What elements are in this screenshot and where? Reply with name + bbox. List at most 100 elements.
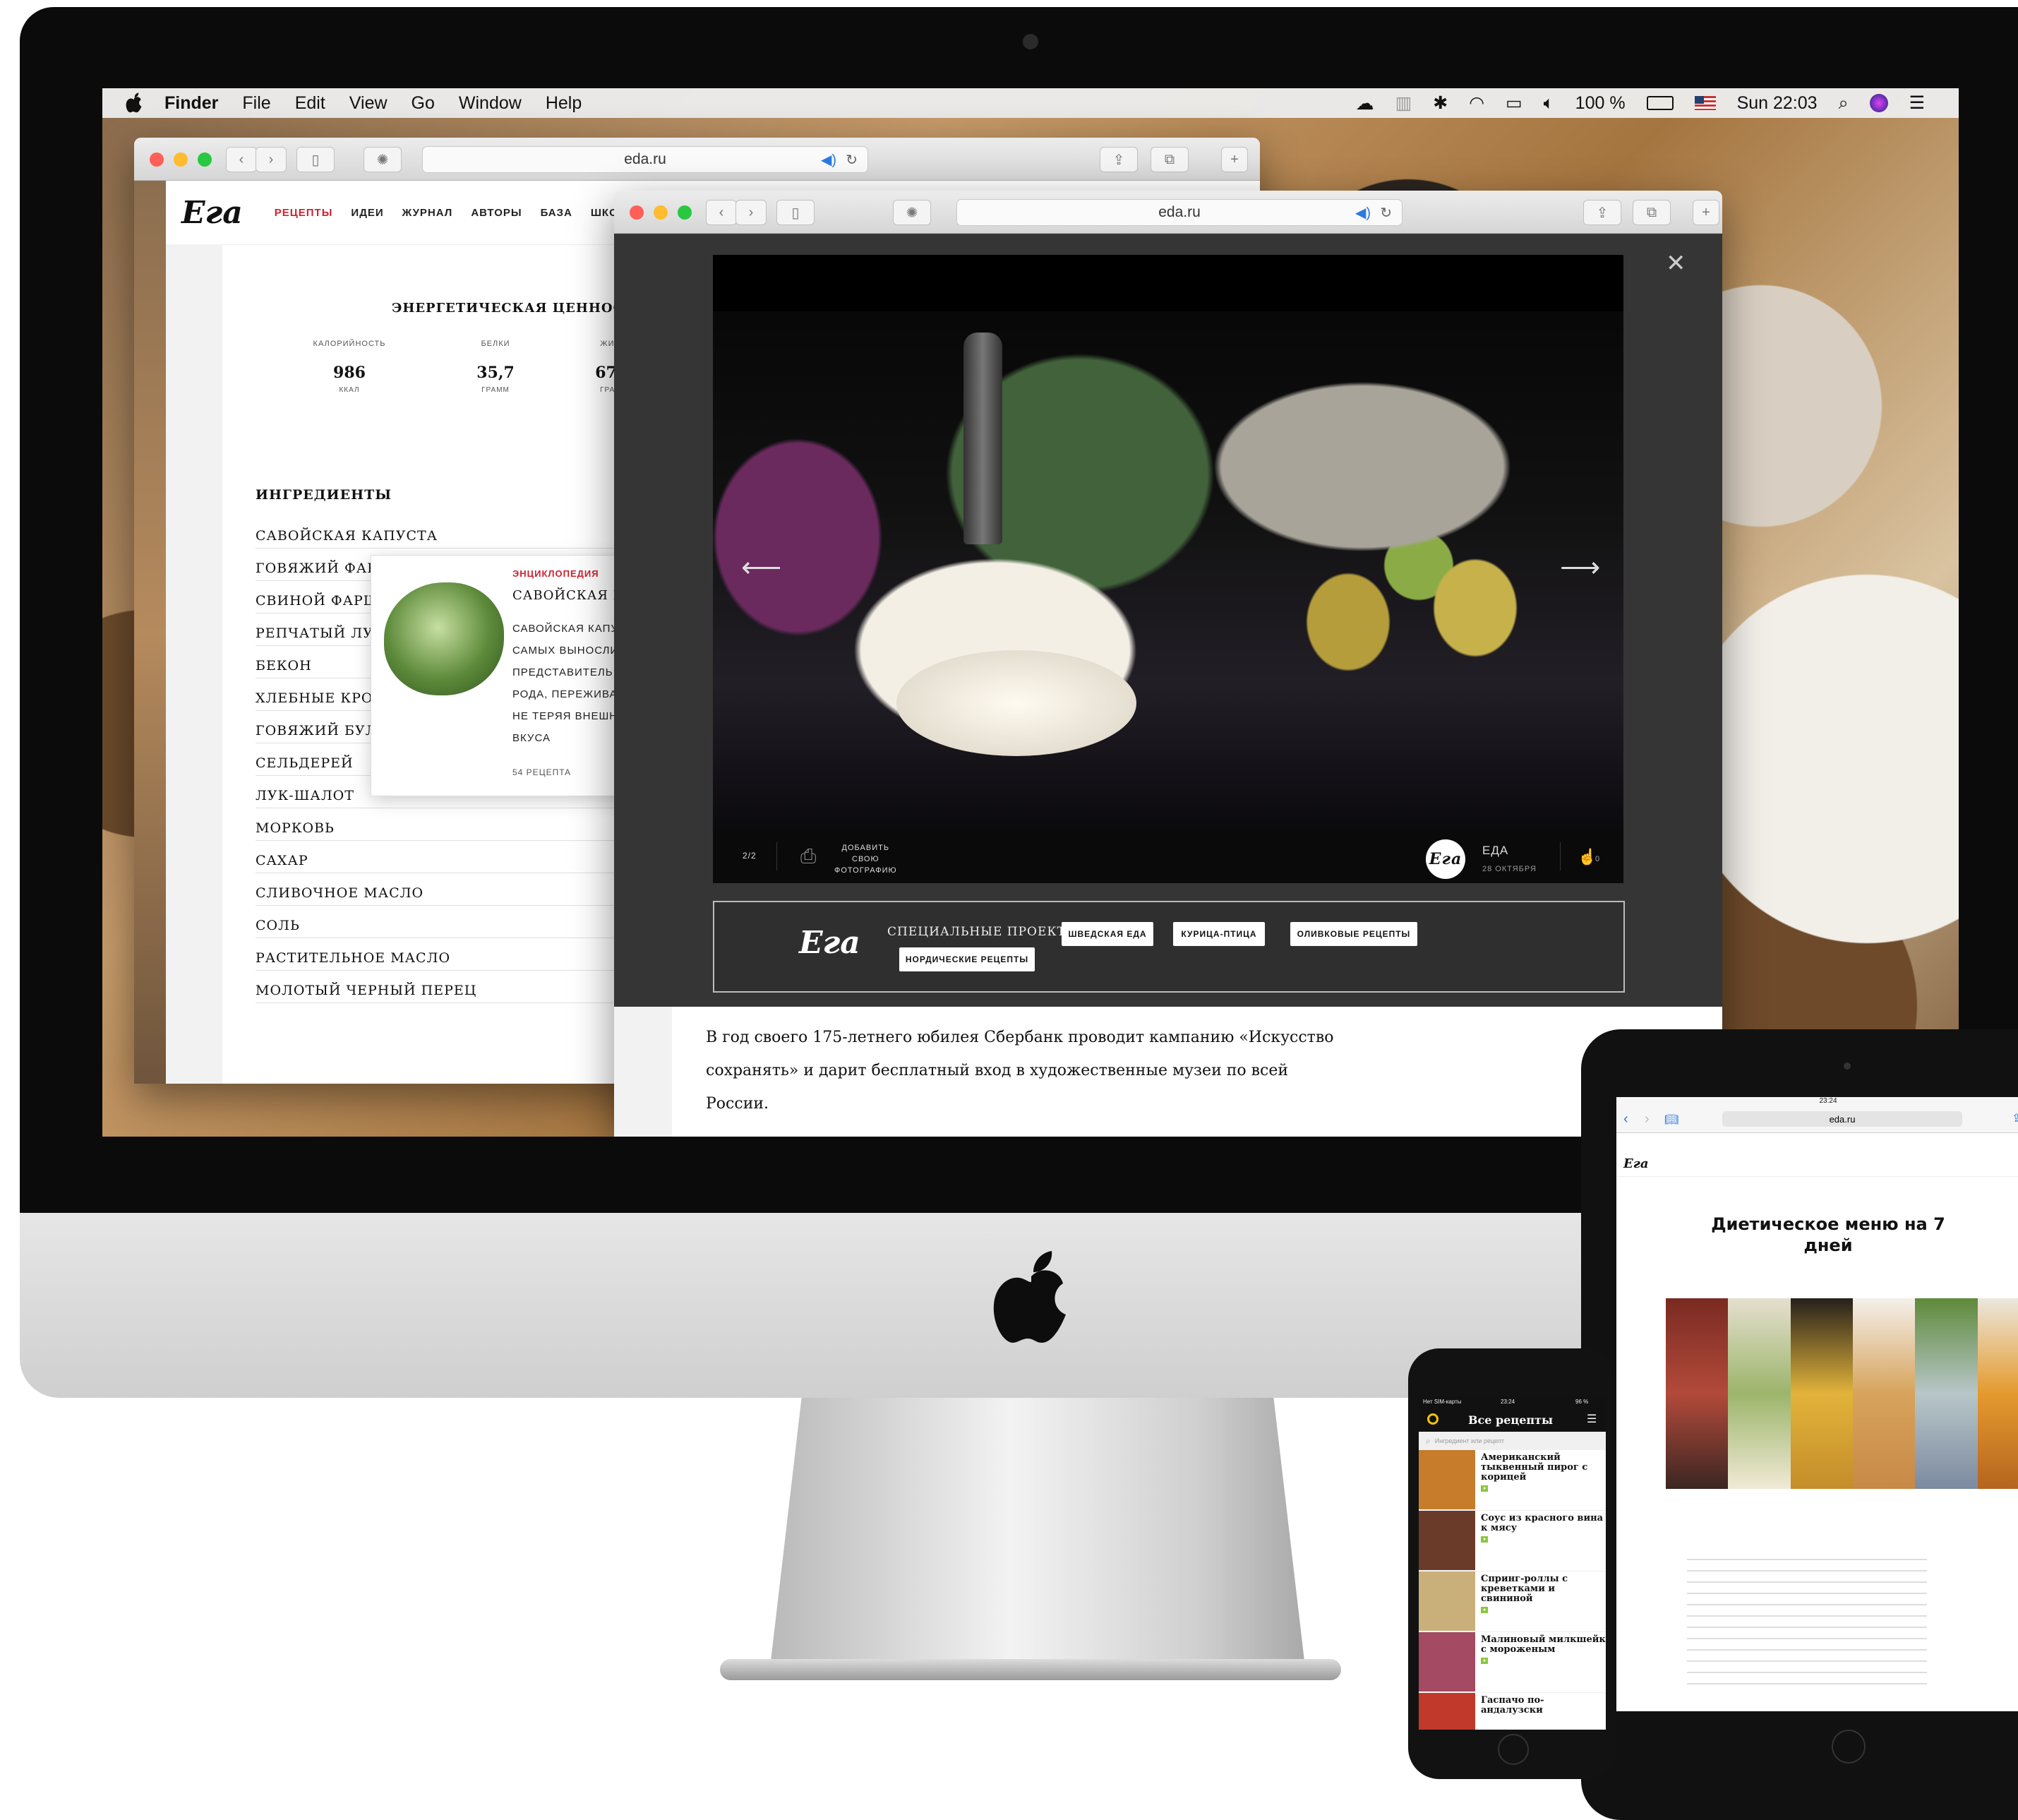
nav-base[interactable]: БАЗА bbox=[541, 207, 572, 219]
reload-icon[interactable]: ↻ bbox=[846, 151, 858, 169]
special-projects-label: СПЕЦИАЛЬНЫЕ ПРОЕКТЫ bbox=[887, 925, 1079, 939]
spotlight-icon[interactable]: ⌕ bbox=[1839, 93, 1849, 114]
ipad-screen: 23:24 ‹ › 📖︎ eda.ru ⇪ Ега Диетическое ме… bbox=[1616, 1097, 2018, 1711]
popup-count[interactable]: 54 РЕЦЕПТА bbox=[512, 767, 571, 777]
new-tab-icon[interactable]: + bbox=[1693, 200, 1719, 225]
recipe-thumb bbox=[1419, 1511, 1475, 1570]
creative-cloud-icon[interactable]: ☁ bbox=[1356, 92, 1374, 114]
prev-arrow-icon[interactable]: ⟵ bbox=[741, 551, 781, 584]
iphone-search[interactable]: ⌕ Ингредиент или рецепт bbox=[1419, 1432, 1606, 1450]
ipad-address-bar[interactable]: eda.ru bbox=[1722, 1111, 1962, 1127]
menubar: Finder File Edit View Go Window Help ☁ ▥… bbox=[102, 88, 1959, 118]
next-arrow-icon[interactable]: ⟶ bbox=[1560, 551, 1600, 584]
reload-icon[interactable]: ↻ bbox=[1380, 204, 1392, 222]
battery-text[interactable]: 100 % bbox=[1575, 93, 1626, 114]
nav-recipes[interactable]: РЕЦЕПТЫ bbox=[275, 207, 333, 219]
nutrition-calories: КАЛОРИЙНОСТЬ 986 ККАЛ bbox=[313, 340, 386, 394]
popup-description: САВОЙСКАЯ КАПУ САМЫХ ВЫНОСЛИ ПРЕДСТАВИТЕ… bbox=[512, 623, 619, 744]
minimize-button[interactable] bbox=[174, 152, 188, 167]
extension-icon[interactable]: ✺ bbox=[364, 147, 402, 172]
address-bar[interactable]: eda.ru ◀︎) ↻ bbox=[956, 199, 1403, 226]
special-projects-box: Ега СПЕЦИАЛЬНЫЕ ПРОЕКТЫ ШВЕДСКАЯ ЕДА КУР… bbox=[713, 901, 1625, 993]
ipad-eda-logo[interactable]: Ега bbox=[1623, 1156, 1649, 1171]
iphone-status-bar: Нет SIM-карты 23:24 96 % bbox=[1419, 1396, 1606, 1408]
sidebar-toggle-icon[interactable]: ▯ bbox=[296, 147, 335, 172]
wifi-icon[interactable]: ◠ bbox=[1469, 92, 1484, 114]
tag-swedish[interactable]: ШВЕДСКАЯ ЕДА bbox=[1062, 922, 1153, 946]
minimize-button[interactable] bbox=[654, 205, 668, 220]
tabs-icon[interactable]: ⧉ bbox=[1151, 147, 1189, 172]
list-item[interactable]: Американский тыквенный пирог с корицей ● bbox=[1419, 1450, 1606, 1511]
clock[interactable]: Sun 22:03 bbox=[1737, 93, 1818, 114]
menu-help[interactable]: Help bbox=[546, 93, 582, 114]
add-photo-button[interactable]: ДОБАВИТЬ СВОЮ ФОТОГРАФИЮ bbox=[834, 842, 897, 876]
author-name[interactable]: ЕДА bbox=[1482, 844, 1508, 858]
iphone-menu-icon[interactable]: ☰ bbox=[1587, 1412, 1597, 1426]
close-button[interactable] bbox=[150, 152, 164, 167]
battery-icon[interactable] bbox=[1646, 96, 1674, 110]
sidebar-toggle-icon[interactable]: ▯ bbox=[776, 200, 815, 225]
close-button[interactable] bbox=[630, 205, 644, 220]
savoy-cabbage-image bbox=[384, 582, 504, 695]
tag-nordic[interactable]: НОРДИЧЕСКИЕ РЕЦЕПТЫ bbox=[899, 947, 1035, 971]
sound-icon[interactable]: ◀︎) bbox=[821, 151, 836, 169]
menu-view[interactable]: View bbox=[349, 93, 388, 114]
ipad-share-icon[interactable]: ⇪ bbox=[2012, 1111, 2018, 1125]
list-item[interactable]: Гаспачо по-андалузски bbox=[1419, 1693, 1606, 1730]
zoom-button[interactable] bbox=[198, 152, 212, 167]
flag-us-icon[interactable] bbox=[1694, 96, 1716, 110]
popup-category[interactable]: ЭНЦИКЛОПЕДИЯ bbox=[512, 568, 599, 579]
airplay-icon[interactable]: ▭ bbox=[1506, 92, 1522, 114]
imac-stand bbox=[769, 1398, 1306, 1673]
bluetooth-icon[interactable]: ✱ bbox=[1433, 92, 1448, 114]
list-item[interactable]: Малиновый милкшейк с мороженым ● bbox=[1419, 1632, 1606, 1693]
iphone-logo-icon[interactable] bbox=[1427, 1413, 1439, 1425]
nav-journal[interactable]: ЖУРНАЛ bbox=[402, 207, 453, 219]
list-item[interactable]: Соус из красного вина к мясу ● bbox=[1419, 1511, 1606, 1571]
tabs-icon[interactable]: ⧉ bbox=[1633, 200, 1671, 225]
nav-authors[interactable]: АВТОРЫ bbox=[471, 207, 522, 219]
eda-logo-white[interactable]: Ега bbox=[799, 925, 860, 961]
zoom-button[interactable] bbox=[678, 205, 692, 220]
list-item[interactable]: Спринг-роллы с креветками и свининой ● bbox=[1419, 1571, 1606, 1632]
eda-logo[interactable]: Ега bbox=[181, 195, 243, 231]
notification-center-icon[interactable]: ☰ bbox=[1909, 92, 1925, 114]
close-icon[interactable]: ✕ bbox=[1666, 249, 1686, 277]
new-tab-icon[interactable]: + bbox=[1221, 147, 1248, 172]
tag-olive[interactable]: ОЛИВКОВЫЕ РЕЦЕПТЫ bbox=[1290, 922, 1417, 946]
menu-window[interactable]: Window bbox=[459, 93, 522, 114]
tag-chicken[interactable]: КУРИЦА-ПТИЦА bbox=[1173, 922, 1265, 946]
forward-button[interactable]: › bbox=[256, 147, 287, 172]
share-icon[interactable]: ⇪ bbox=[1100, 147, 1138, 172]
ipad-home-button[interactable] bbox=[1832, 1730, 1866, 1764]
ipad-text-placeholder bbox=[1687, 1549, 1927, 1690]
forward-button[interactable]: › bbox=[735, 200, 767, 225]
camera-icon[interactable]: ⎙ bbox=[800, 845, 817, 868]
imac-stand-foot bbox=[720, 1659, 1341, 1680]
menu-go[interactable]: Go bbox=[412, 93, 435, 114]
iphone-search-icon: ⌕ bbox=[1426, 1435, 1431, 1446]
siri-icon[interactable] bbox=[1869, 94, 1888, 112]
iphone-home-button[interactable] bbox=[1498, 1734, 1529, 1765]
ipad-back-icon[interactable]: ‹ bbox=[1623, 1111, 1628, 1127]
photo-counter: 2/2 bbox=[743, 851, 757, 861]
volume-icon[interactable]: 🔈︎ bbox=[1544, 93, 1554, 114]
menu-file[interactable]: File bbox=[242, 93, 270, 114]
share-icon[interactable]: ⇪ bbox=[1583, 200, 1621, 225]
webcam-icon bbox=[1023, 34, 1038, 49]
apple-menu-icon[interactable] bbox=[125, 92, 143, 114]
menu-edit[interactable]: Edit bbox=[295, 93, 325, 114]
back-button[interactable]: ‹ bbox=[706, 200, 737, 225]
address-bar[interactable]: eda.ru ◀︎) ↻ bbox=[422, 146, 868, 173]
ipad-forward-icon[interactable]: › bbox=[1645, 1111, 1650, 1127]
bars-icon[interactable]: ▥ bbox=[1395, 92, 1412, 114]
back-button[interactable]: ‹ bbox=[226, 147, 257, 172]
iphone-header: Все рецепты ☰ bbox=[1419, 1408, 1606, 1432]
sound-icon[interactable]: ◀︎) bbox=[1355, 204, 1371, 222]
nav-ideas[interactable]: ИДЕИ bbox=[351, 207, 383, 219]
extension-icon[interactable]: ✺ bbox=[893, 200, 931, 225]
author-avatar[interactable]: Ега bbox=[1426, 839, 1465, 879]
bottle bbox=[963, 333, 1002, 544]
menu-app-name[interactable]: Finder bbox=[164, 93, 218, 114]
ipad-bookmarks-icon[interactable]: 📖︎ bbox=[1664, 1113, 1678, 1127]
